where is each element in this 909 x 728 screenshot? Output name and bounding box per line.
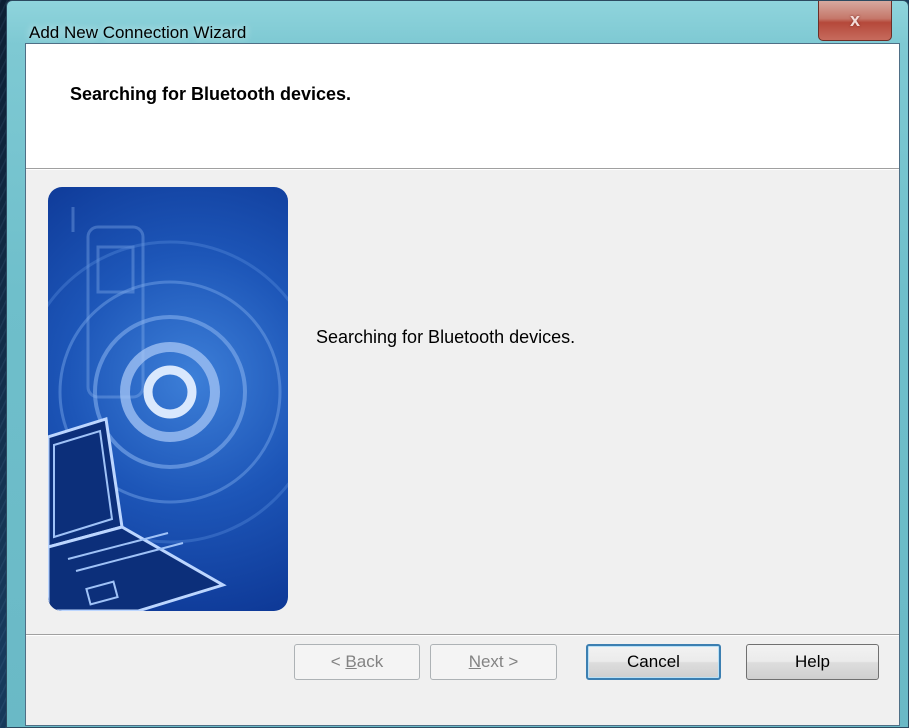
status-message: Searching for Bluetooth devices. (316, 327, 576, 347)
footer-divider-highlight (26, 635, 899, 636)
back-button[interactable]: < Back (294, 644, 420, 680)
title-bar[interactable]: Add New Connection Wizard x (7, 1, 908, 42)
wizard-window: Add New Connection Wizard x Searching fo… (6, 0, 909, 728)
help-button[interactable]: Help (746, 644, 879, 680)
bluetooth-illustration-icon (48, 187, 288, 611)
window-title: Add New Connection Wizard (29, 23, 247, 42)
back-button-label: ack (356, 652, 384, 671)
next-button-accel: N (468, 652, 481, 671)
next-button-label: ext > (480, 652, 519, 671)
cancel-button[interactable]: Cancel (586, 644, 721, 680)
page-title: Searching for Bluetooth devices. (70, 84, 352, 104)
help-button-label: Help (795, 652, 830, 671)
back-button-prefix: < (330, 652, 346, 671)
close-button[interactable]: x (818, 1, 892, 41)
close-icon: x (849, 10, 860, 30)
header-divider (26, 168, 899, 170)
back-button-accel: B (345, 652, 357, 671)
cancel-button-label: Cancel (627, 652, 680, 671)
dialog-client-area: Searching for Bluetooth devices. Searchi… (25, 43, 900, 726)
wizard-header: Searching for Bluetooth devices. (26, 44, 899, 168)
illustration-graphic (48, 207, 288, 611)
next-button[interactable]: Next > (430, 644, 557, 680)
